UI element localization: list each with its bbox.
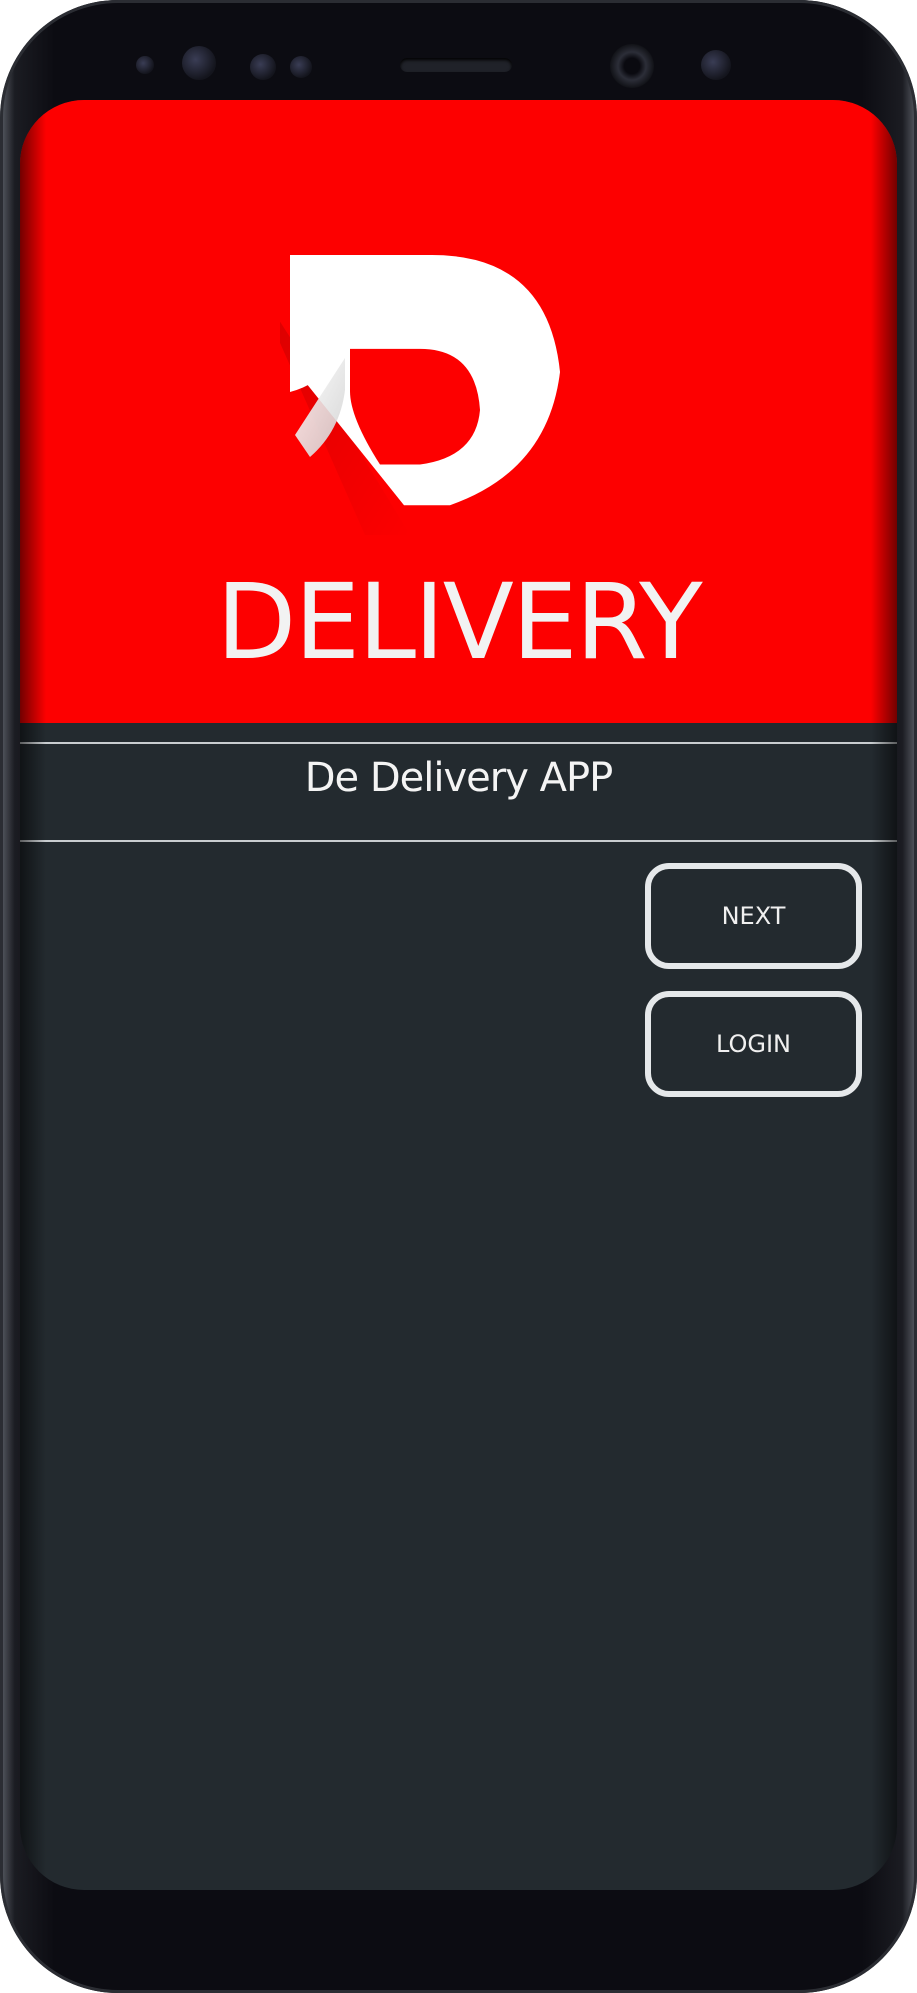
- login-button[interactable]: LOGIN: [645, 991, 862, 1097]
- title-divider-top: [20, 742, 897, 744]
- next-button[interactable]: NEXT: [645, 863, 862, 969]
- proximity-sensor-icon: [136, 56, 154, 74]
- light-sensor-icon: [250, 54, 276, 80]
- earpiece-speaker: [400, 58, 512, 72]
- phone-bottom-bezel: [0, 1895, 917, 1993]
- app-title: De Delivery APP: [304, 755, 613, 801]
- brand-wordmark: DELIVERY: [216, 561, 702, 683]
- iris-sensor-icon: [182, 46, 216, 80]
- phone-frame: DELIVERY De Delivery APP NEXT LOGIN: [0, 0, 917, 1993]
- ambient-sensor-icon: [290, 56, 312, 78]
- title-divider-bottom: [20, 840, 897, 842]
- front-camera-icon: [610, 44, 654, 88]
- iris-camera-icon: [701, 50, 731, 80]
- splash-header: DELIVERY: [20, 100, 897, 723]
- app-screen: DELIVERY De Delivery APP NEXT LOGIN: [20, 100, 897, 1890]
- d-delivery-logo-icon: [280, 255, 560, 535]
